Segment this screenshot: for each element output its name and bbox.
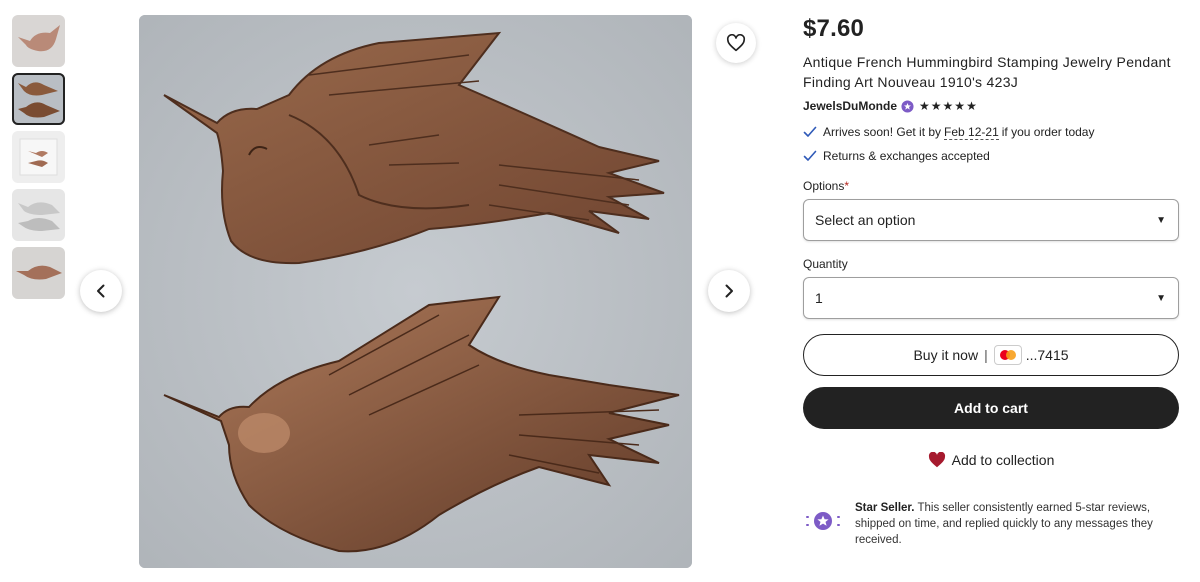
- arrival-suffix: if you order today: [1001, 125, 1095, 139]
- star-seller-title: Star Seller.: [855, 502, 915, 514]
- rating-stars: ★★★★★: [919, 99, 978, 113]
- thumbnail-strip: [12, 15, 65, 305]
- separator: |: [984, 347, 988, 363]
- buy-it-now-button[interactable]: Buy it now | ...7415: [803, 334, 1179, 376]
- thumbnail-2[interactable]: [12, 73, 65, 125]
- next-image-button[interactable]: [708, 270, 750, 312]
- favorite-button[interactable]: [716, 23, 756, 63]
- caret-down-icon: ▼: [1156, 292, 1166, 304]
- add-to-cart-button[interactable]: Add to cart: [803, 387, 1179, 429]
- options-label: Options*: [803, 179, 1179, 193]
- listing-info-panel: $7.60 Antique French Hummingbird Stampin…: [803, 14, 1179, 471]
- thumbnail-4[interactable]: [12, 189, 65, 241]
- card-last4: ...7415: [1025, 347, 1069, 363]
- price: $7.60: [803, 15, 865, 42]
- thumbnail-3[interactable]: [12, 131, 65, 183]
- heart-filled-icon: [928, 452, 945, 468]
- add-to-collection-label: Add to collection: [951, 452, 1055, 468]
- thumbnail-1[interactable]: [12, 15, 65, 67]
- required-mark: *: [844, 179, 850, 193]
- chevron-right-icon: [725, 284, 733, 298]
- returns-perk: Returns & exchanges accepted: [803, 148, 1179, 164]
- main-product-image: [139, 15, 692, 568]
- quantity-select[interactable]: 1 ▼: [803, 277, 1179, 319]
- quantity-label: Quantity: [803, 257, 848, 271]
- thumbnail-5[interactable]: [12, 247, 65, 299]
- listing-title: Antique French Hummingbird Stamping Jewe…: [803, 54, 1171, 90]
- returns-text: Returns & exchanges accepted: [823, 149, 990, 163]
- options-select-value: Select an option: [815, 212, 916, 228]
- previous-image-button[interactable]: [80, 270, 122, 312]
- chevron-left-icon: [97, 284, 105, 298]
- star-seller-text: Star Seller. This seller consistently ea…: [855, 500, 1181, 548]
- checkmark-icon: [803, 126, 817, 137]
- mastercard-icon: [993, 345, 1022, 365]
- heart-outline-icon: [726, 34, 746, 52]
- quantity-select-value: 1: [815, 290, 823, 306]
- star-seller-icon: [806, 512, 840, 530]
- caret-down-icon: ▼: [1156, 214, 1166, 226]
- arrival-prefix: Arrives soon! Get it by: [823, 125, 942, 139]
- seller-row: JewelsDuMonde ★★★★★: [803, 98, 1179, 114]
- buy-it-now-label: Buy it now: [913, 347, 979, 363]
- star-seller-badge-icon: [901, 99, 914, 113]
- options-select[interactable]: Select an option ▼: [803, 199, 1179, 241]
- add-to-collection-button[interactable]: Add to collection: [803, 449, 1179, 471]
- star-seller-info: Star Seller. This seller consistently ea…: [803, 500, 1181, 548]
- arrival-perk: Arrives soon! Get it by Feb 12-21 if you…: [803, 124, 1179, 140]
- arrival-date[interactable]: Feb 12-21: [944, 125, 999, 140]
- checkmark-icon: [803, 150, 817, 161]
- options-label-text: Options: [803, 179, 845, 193]
- seller-name-link[interactable]: JewelsDuMonde: [803, 99, 897, 113]
